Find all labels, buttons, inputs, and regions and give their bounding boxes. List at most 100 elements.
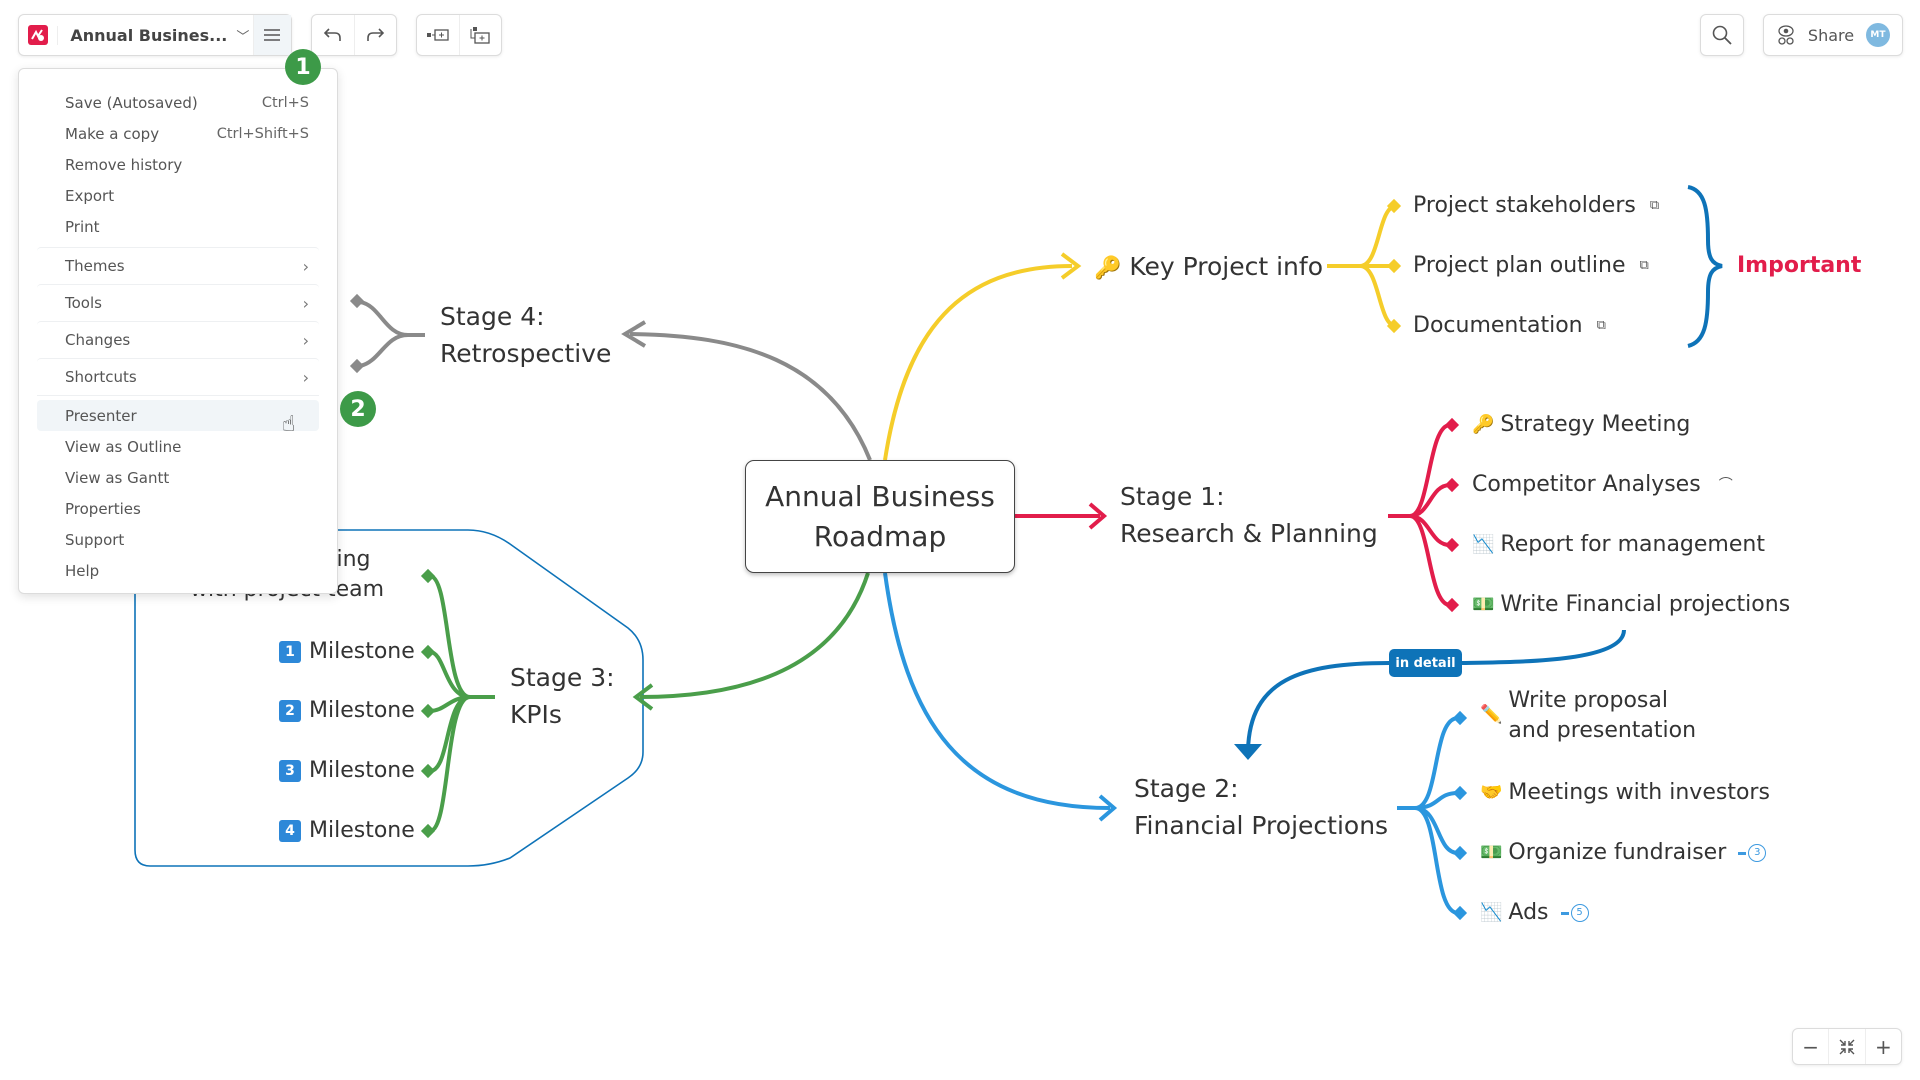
menu-item-properties[interactable]: Properties — [37, 493, 319, 524]
topic-project-stakeholders[interactable]: Project stakeholders ⧉ — [1413, 191, 1659, 221]
pencil-icon: ✏️ — [1480, 704, 1503, 725]
external-link-icon[interactable]: ⧉ — [1650, 191, 1659, 221]
menu-item-changes[interactable]: Changes › — [37, 321, 319, 358]
zoom-out-button[interactable]: − — [1793, 1029, 1828, 1064]
zoom-in-button[interactable]: + — [1864, 1029, 1901, 1064]
topic-organize-fundraiser[interactable]: 💵 Organize fundraiser 3 — [1480, 838, 1767, 868]
hamburger-menu-icon — [264, 29, 281, 41]
money-icon: 💵 — [1472, 594, 1495, 615]
share-label: Share — [1807, 25, 1855, 45]
add-child-topic-icon — [470, 27, 491, 44]
fork-stage2 — [1397, 716, 1459, 915]
menu-item-presenter[interactable]: Presenter — [37, 400, 319, 431]
topic-competitor-analyses[interactable]: Competitor Analyses ⌒ — [1472, 470, 1733, 500]
topic-report-for-management[interactable]: 📉 Report for management — [1472, 530, 1765, 560]
topic-toolbar — [416, 14, 502, 56]
topic-stage4[interactable]: Stage 4: Retrospective — [440, 298, 611, 372]
boundary-label-important[interactable]: Important — [1737, 251, 1861, 281]
key-icon: 🔑 — [1094, 256, 1122, 281]
menu-item-export[interactable]: Export — [37, 180, 319, 211]
money-icon: 💵 — [1480, 842, 1503, 863]
add-sibling-topic-icon — [426, 29, 449, 41]
topic-milestone-2[interactable]: 2 Milestone — [279, 696, 415, 726]
share-eye-icon — [1778, 25, 1794, 45]
redo-icon — [367, 28, 385, 41]
main-menu: Save (Autosaved) Ctrl+S Make a copy Ctrl+S… — [18, 68, 338, 594]
topic-documentation[interactable]: Documentation ⧉ — [1413, 311, 1606, 341]
menu-item-support[interactable]: Support — [37, 524, 319, 555]
fork-stage4 — [359, 300, 425, 368]
fit-to-screen-button[interactable] — [1828, 1029, 1864, 1064]
step-badge-2: 2 — [340, 391, 376, 427]
chevron-down-icon[interactable]: ﹀ — [233, 15, 252, 55]
collapsed-count-badge[interactable]: 3 — [1748, 844, 1767, 862]
menu-item-view-gantt[interactable]: View as Gantt — [37, 462, 319, 493]
menu-item-save[interactable]: Save (Autosaved) Ctrl+S — [37, 87, 319, 118]
key-icon: 🔑 — [1472, 414, 1495, 435]
number-1-icon: 1 — [279, 641, 301, 663]
topic-strategy-meeting[interactable]: 🔑 Strategy Meeting — [1472, 410, 1690, 440]
topic-stage2[interactable]: Stage 2: Financial Projections — [1134, 770, 1388, 844]
topic-project-plan-outline[interactable]: Project plan outline ⧉ — [1413, 251, 1649, 281]
hand-cursor-icon: ☝ — [282, 412, 296, 437]
app-logo[interactable] — [19, 15, 57, 55]
menu-item-help[interactable]: Help — [37, 555, 319, 586]
attachment-icon[interactable]: ⌒ — [1719, 470, 1733, 500]
search-button[interactable] — [1701, 15, 1743, 55]
topic-meetings-with-investors[interactable]: 🤝 Meetings with investors — [1480, 778, 1770, 808]
external-link-icon[interactable]: ⧉ — [1597, 311, 1606, 341]
mindmeister-logo-icon — [28, 25, 49, 45]
menu-item-make-copy[interactable]: Make a copy Ctrl+Shift+S — [37, 118, 319, 149]
connector-arrowhead — [1234, 744, 1262, 760]
topic-write-financial-projections[interactable]: 💵 Write Financial projections — [1472, 590, 1790, 620]
topic-stage3[interactable]: Stage 3: KPIs — [510, 659, 615, 733]
chevron-right-icon: › — [302, 256, 309, 276]
step-badge-1: 1 — [285, 49, 321, 85]
menu-item-themes[interactable]: Themes › — [37, 247, 319, 284]
chart-down-icon: 📉 — [1472, 534, 1495, 555]
fork-stage3 — [429, 574, 495, 833]
menu-item-remove-history[interactable]: Remove history — [37, 149, 319, 180]
number-2-icon: 2 — [279, 700, 301, 722]
edge-key-info — [883, 264, 1073, 461]
add-sibling-topic-button[interactable] — [417, 15, 459, 55]
fork-stage1 — [1388, 423, 1451, 607]
connector-label-in-detail[interactable]: in detail — [1389, 649, 1462, 677]
redo-button[interactable] — [353, 15, 396, 55]
undo-button[interactable] — [312, 15, 354, 55]
fit-to-screen-icon — [1839, 1039, 1855, 1054]
topic-milestone-4[interactable]: 4 Milestone — [279, 816, 415, 846]
central-topic[interactable]: Annual Business Roadmap — [745, 460, 1015, 573]
main-menu-button[interactable] — [252, 15, 291, 55]
edge-stage2 — [883, 572, 1111, 810]
document-toolbar: Annual Busines... ﹀ — [18, 14, 292, 56]
topic-stage1[interactable]: Stage 1: Research & Planning — [1120, 478, 1378, 552]
history-toolbar — [311, 14, 397, 56]
chevron-right-icon: › — [302, 293, 309, 313]
handshake-icon: 🤝 — [1480, 782, 1503, 803]
document-title[interactable]: Annual Busines... — [57, 25, 233, 45]
chevron-right-icon: › — [302, 330, 309, 350]
avatar[interactable]: MT — [1865, 23, 1890, 47]
chevron-right-icon: › — [302, 367, 309, 387]
chart-down-icon: 📉 — [1480, 902, 1503, 923]
topic-ads[interactable]: 📉 Ads 5 — [1480, 898, 1589, 928]
zoom-controls: − + — [1792, 1028, 1902, 1065]
important-brace — [1687, 185, 1723, 348]
topic-write-proposal[interactable]: ✏️ Write proposal and presentation — [1480, 686, 1696, 746]
topic-milestone-3[interactable]: 3 Milestone — [279, 756, 415, 786]
undo-icon — [323, 28, 341, 41]
share-button[interactable]: Share MT — [1763, 14, 1903, 56]
edge-stage4 — [629, 332, 872, 461]
menu-item-view-outline[interactable]: View as Outline — [37, 431, 319, 462]
menu-item-tools[interactable]: Tools › — [37, 284, 319, 321]
topic-key-project-info[interactable]: 🔑 Key Project info — [1094, 248, 1323, 287]
add-child-topic-button[interactable] — [458, 15, 501, 55]
menu-item-print[interactable]: Print — [37, 211, 319, 242]
fork-key-info — [1327, 204, 1397, 328]
topic-milestone-1[interactable]: 1 Milestone — [279, 637, 415, 667]
menu-item-shortcuts[interactable]: Shortcuts › — [37, 358, 319, 395]
collapsed-count-badge[interactable]: 5 — [1570, 904, 1589, 922]
edge-stage3 — [639, 572, 870, 699]
external-link-icon[interactable]: ⧉ — [1640, 251, 1649, 281]
